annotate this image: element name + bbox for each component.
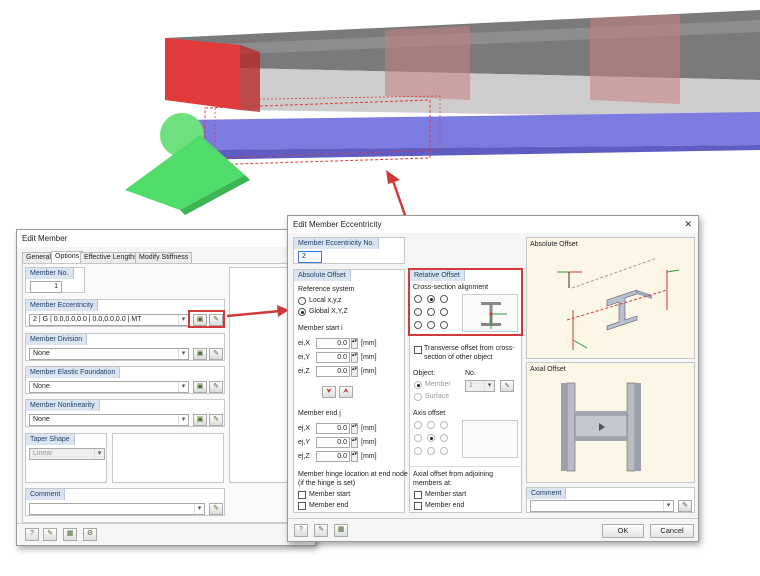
- highlight-box: [188, 310, 225, 328]
- dialog-title: Edit Member: [17, 230, 315, 247]
- ok-button[interactable]: OK: [602, 524, 644, 538]
- copy-up-button[interactable]: ⮝: [339, 386, 353, 398]
- ej-z-input[interactable]: 0.0: [316, 451, 350, 462]
- ei-z-input[interactable]: 0.0: [316, 366, 350, 377]
- chevron-down-icon: ▾: [194, 504, 204, 514]
- end-plate: [165, 38, 240, 110]
- ej-z-spinner[interactable]: ▴▾: [351, 451, 358, 462]
- member-division-section: Member Division None ▾ ▣ ✎: [25, 333, 225, 361]
- axis-radio[interactable]: [414, 447, 422, 455]
- tab-general[interactable]: General: [22, 252, 55, 263]
- ecc-no-section: Member Eccentricity No. 2: [293, 237, 405, 264]
- axis-radio[interactable]: [440, 447, 448, 455]
- object-surface-radio[interactable]: [414, 393, 422, 401]
- transverse-offset-checkbox[interactable]: [414, 346, 422, 354]
- ei-z-spinner[interactable]: ▴▾: [351, 366, 358, 377]
- ej-x-input[interactable]: 0.0: [316, 423, 350, 434]
- taper-shape-section: Taper Shape Linear ▾: [25, 433, 107, 483]
- edit-foundation-button[interactable]: ✎: [209, 381, 223, 393]
- nonlinearity-section: Member Nonlinearity None ▾ ▣ ✎: [25, 399, 225, 427]
- chevron-down-icon: ▾: [663, 501, 673, 511]
- edit-button[interactable]: ✎: [43, 528, 57, 541]
- local-radio[interactable]: [298, 297, 306, 305]
- new-nonlinearity-button[interactable]: ▣: [193, 414, 207, 426]
- absolute-offset-preview: Absolute Offset: [526, 237, 695, 359]
- cancel-button[interactable]: Cancel: [650, 524, 694, 538]
- edit-division-button[interactable]: ✎: [209, 348, 223, 360]
- comment-button[interactable]: ✎: [209, 503, 223, 515]
- global-radio[interactable]: [298, 308, 306, 316]
- ei-y-input[interactable]: 0.0: [316, 352, 350, 363]
- axis-radio[interactable]: [427, 421, 435, 429]
- comment-select[interactable]: ▾: [29, 503, 205, 515]
- axial-end-checkbox[interactable]: [414, 502, 422, 510]
- foundation-select[interactable]: None ▾: [29, 381, 189, 393]
- ecc-no-field[interactable]: 2: [298, 251, 322, 263]
- new-foundation-button[interactable]: ▣: [193, 381, 207, 393]
- comment-button[interactable]: ✎: [678, 500, 692, 512]
- axis-radio[interactable]: [440, 421, 448, 429]
- ei-y-spinner[interactable]: ▴▾: [351, 352, 358, 363]
- member-no-section: Member No. 1: [25, 267, 85, 293]
- tab-effective-lengths[interactable]: Effective Lengths: [80, 252, 142, 263]
- tab-options[interactable]: Options: [51, 251, 84, 263]
- chevron-down-icon: ▾: [178, 349, 188, 359]
- ei-x-input[interactable]: 0.0: [316, 338, 350, 349]
- comment-section: Comment ▾ ✎: [526, 487, 695, 513]
- tab-modify-stiffness[interactable]: Modify Stiffness: [135, 252, 193, 263]
- beam-blue-flange: [180, 112, 760, 150]
- member-no-field[interactable]: 1: [30, 281, 62, 293]
- chevron-down-icon: ▾: [484, 381, 494, 391]
- highlight-box: [408, 268, 523, 336]
- axial-offset-preview: Axial Offset: [526, 362, 695, 483]
- dialog-title: Edit Member Eccentricity: [288, 216, 698, 233]
- nonlinearity-select[interactable]: None ▾: [29, 414, 189, 426]
- edit-member-dialog: Edit Member General Options Effective Le…: [16, 229, 316, 546]
- edit-nonlinearity-button[interactable]: ✎: [209, 414, 223, 426]
- pick-object-button[interactable]: ⬉: [500, 380, 514, 392]
- axis-radio[interactable]: [414, 434, 422, 442]
- chevron-down-icon: ▾: [94, 449, 104, 459]
- hinge-start-checkbox[interactable]: [298, 491, 306, 499]
- elastic-foundation-section: Member Elastic Foundation None ▾ ▣ ✎: [25, 366, 225, 394]
- units-button[interactable]: ▦: [334, 524, 348, 537]
- copy-down-button[interactable]: ⮟: [322, 386, 336, 398]
- object-member-radio[interactable]: [414, 381, 422, 389]
- chevron-down-icon: ▾: [178, 415, 188, 425]
- absolute-offset-section: Absolute Offset Reference system Local x…: [293, 269, 408, 513]
- ej-y-input[interactable]: 0.0: [316, 437, 350, 448]
- taper-select[interactable]: Linear ▾: [29, 448, 105, 460]
- beam-model-graphic: [125, 10, 760, 259]
- axial-diagram-graphic: [561, 382, 641, 472]
- chevron-down-icon: ▾: [178, 315, 188, 325]
- help-button[interactable]: ?: [25, 528, 39, 541]
- section-plane-1: [385, 26, 470, 100]
- axis-radio[interactable]: [414, 421, 422, 429]
- units-button[interactable]: ▦: [63, 528, 77, 541]
- member-eccentricity-dialog: Edit Member Eccentricity ✕ Member Eccent…: [287, 215, 699, 542]
- hinge-end-checkbox[interactable]: [298, 502, 306, 510]
- model-3d-view: [0, 0, 760, 259]
- chevron-down-icon: ▾: [178, 382, 188, 392]
- axial-start-checkbox[interactable]: [414, 491, 422, 499]
- ei-x-spinner[interactable]: ▴▾: [351, 338, 358, 349]
- axis-radio[interactable]: [427, 434, 435, 442]
- section-plane-2: [590, 14, 680, 104]
- division-select[interactable]: None ▾: [29, 348, 189, 360]
- offset-diagram-graphic: [557, 257, 680, 350]
- axis-radio[interactable]: [440, 434, 448, 442]
- object-no-select[interactable]: 1 ▾: [465, 380, 495, 392]
- ej-x-spinner[interactable]: ▴▾: [351, 423, 358, 434]
- new-division-button[interactable]: ▣: [193, 348, 207, 360]
- close-icon[interactable]: ✕: [684, 219, 692, 230]
- ej-y-spinner[interactable]: ▴▾: [351, 437, 358, 448]
- help-button[interactable]: ?: [294, 524, 308, 537]
- eccentricity-select[interactable]: 2 | G | 0.0,0.0,0.0 | 0.0,0.0,0.0 | MT ▾: [29, 314, 189, 326]
- edit-button[interactable]: ✎: [314, 524, 328, 537]
- axis-radio[interactable]: [427, 447, 435, 455]
- connector-arrow: [226, 305, 289, 318]
- settings-button[interactable]: ⚙: [83, 528, 97, 541]
- comment-select[interactable]: ▾: [530, 500, 674, 512]
- comment-section: Comment ▾ ✎: [25, 488, 225, 516]
